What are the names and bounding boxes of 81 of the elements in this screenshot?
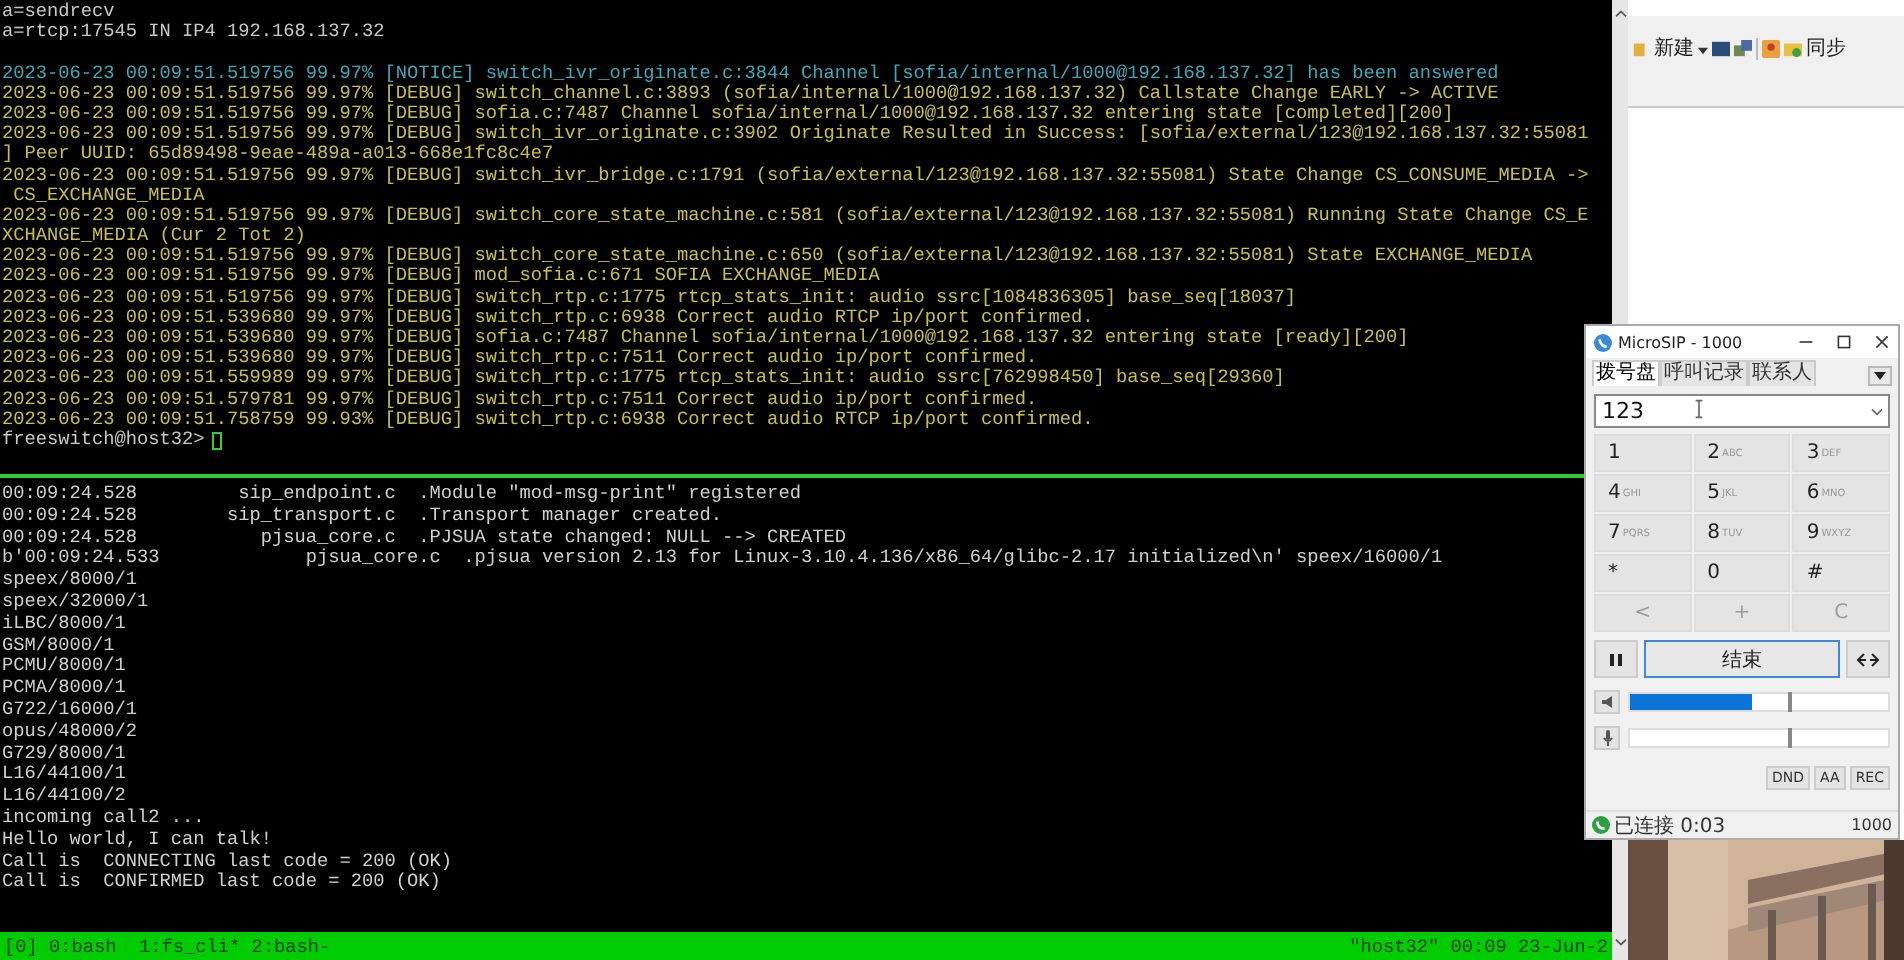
speaker-button[interactable] bbox=[1594, 690, 1620, 714]
log-line: G722/16000/1 bbox=[2, 699, 138, 722]
tab[interactable]: 联系人 bbox=[1748, 360, 1816, 386]
log-line: 2023-06-23 00:09:51.539680 99.97% [DEBUG] switch_rtp.c:6938 Correct audio RTCP ip/port confirmed. bbox=[2, 307, 1094, 328]
scroll-up-icon[interactable] bbox=[1613, 8, 1627, 18]
tab[interactable]: 拨号盘 bbox=[1592, 360, 1660, 386]
log-line: speex/32000/1 bbox=[2, 591, 149, 614]
log-line: b'00:09:24.533 pjsua_core.c .pjsua version 2.13 for Linux-3.10.4.136/x86_64/glibc-2.17 initialized\n' speex/16000/1 bbox=[2, 548, 1443, 570]
log-line: incoming call2 ... bbox=[2, 807, 205, 830]
app-logo-icon bbox=[1594, 333, 1612, 351]
volume-slider[interactable] bbox=[1628, 728, 1890, 748]
log-line: XCHANGE_MEDIA (Cur 2 Tot 2) bbox=[2, 226, 306, 247]
microphone-icon bbox=[1599, 730, 1615, 746]
maximize-icon[interactable] bbox=[1836, 334, 1852, 350]
terminal-cursor bbox=[212, 431, 223, 450]
speaker-icon bbox=[1599, 694, 1615, 710]
new-button[interactable]: 新建 bbox=[1654, 38, 1694, 60]
log-line: 2023-06-23 00:09:51.519756 99.97% [DEBUG] mod_sofia.c:671 SOFIA EXCHANGE_MEDIA bbox=[2, 266, 880, 288]
log-line: 2023-06-23 00:09:51.559989 99.97% [DEBUG] switch_rtp.c:1775 rtcp_stats_init: audio ssrc[762998450] base_seq[29360] bbox=[2, 368, 1285, 390]
log-line: 2023-06-23 00:09:51.519756 99.97% [DEBUG] switch_channel.c:3893 (sofia/internal/1000@192.168.137.32) Callstate Change EARLY -> ACTIVE bbox=[2, 83, 1499, 104]
log-line: PCMU/8000/1 bbox=[2, 656, 126, 678]
log-line: a=sendrecv bbox=[2, 2, 115, 23]
log-line: 2023-06-23 00:09:51.539680 99.97% [DEBUG] sofia.c:7487 Channel sofia/internal/1000@192.168.137.32 entering state [ready][200] bbox=[2, 328, 1409, 348]
sync-button[interactable]: 同步 bbox=[1806, 38, 1846, 60]
log-line: ] Peer UUID: 65d89498-9eae-489a-a013-668e1fc8c4e7 bbox=[2, 144, 554, 165]
shell-prompt: freeswitch@host32> bbox=[2, 429, 205, 451]
pause-icon bbox=[1608, 651, 1624, 667]
log-line: GSM/8000/1 bbox=[2, 635, 115, 656]
log-line: 2023-06-23 00:09:51.519756 99.97% [DEBUG] switch_core_state_machine.c:581 (sofia/external/123@192.168.137.32:55081) Running State Change CS_E bbox=[2, 205, 1589, 226]
log-line: 2023-06-23 00:09:51.519756 99.97% [DEBUG] switch_rtp.c:1775 rtcp_stats_init: audio ssrc[1084836305] base_seq[18037] bbox=[2, 287, 1296, 308]
transfer-button[interactable] bbox=[1846, 640, 1890, 678]
host-clock: "host32" 00:09 23-Jun-2 bbox=[1349, 935, 1608, 957]
text-cursor-icon bbox=[1694, 398, 1704, 420]
hold-button[interactable] bbox=[1594, 640, 1638, 678]
tabs-menu-button[interactable] bbox=[1868, 366, 1892, 386]
slider-thumb[interactable] bbox=[1787, 728, 1792, 748]
dial-key[interactable]: # bbox=[1792, 554, 1890, 592]
log-line: 2023-06-23 00:09:51.519756 99.97% [NOTICE] switch_ivr_originate.c:3844 Channel [sofia/internal/1000@192.168.137.32] has been answered bbox=[2, 63, 1499, 84]
log-line: Hello world, I can talk! bbox=[2, 829, 273, 852]
scroll-down-icon[interactable] bbox=[1613, 938, 1627, 948]
number-field[interactable]: 123 bbox=[1594, 394, 1890, 428]
log-line: 2023-06-23 00:09:51.519756 99.97% [DEBUG] switch_ivr_originate.c:3902 Originate Resulted in Success: [sofia/external/123@192.168.137.32:55081 bbox=[2, 124, 1589, 145]
microphone-button[interactable] bbox=[1594, 726, 1620, 750]
log-line: 2023-06-23 00:09:51.539680 99.97% [DEBUG] switch_rtp.c:7511 Correct audio ip/port confirmed. bbox=[2, 348, 1038, 369]
log-line: 00:09:24.528 pjsua_core.c .PJSUA state changed: NULL --> CREATED bbox=[2, 527, 846, 548]
caret-icon[interactable] bbox=[1698, 46, 1708, 56]
tab[interactable]: 呼叫记录 bbox=[1660, 360, 1748, 386]
close-icon[interactable] bbox=[1874, 334, 1890, 350]
volume-slider[interactable] bbox=[1628, 692, 1890, 712]
log-line: L16/44100/2 bbox=[2, 786, 126, 808]
arrows-icon bbox=[1856, 651, 1880, 667]
log-line: opus/48000/2 bbox=[2, 721, 138, 744]
dial-key[interactable]: * bbox=[1594, 554, 1692, 592]
log-line: L16/44100/1 bbox=[2, 764, 126, 786]
window-list: [0] 0:bash 1:fs_cli* 2:bash- bbox=[4, 935, 331, 957]
log-line: 2023-06-23 00:09:51.519756 99.97% [DEBUG] switch_ivr_bridge.c:1791 (sofia/external/123@192.168.137.32:55081) State Change CS_CONSUME_MEDIA -> bbox=[2, 165, 1589, 186]
log-line: iLBC/8000/1 bbox=[2, 613, 126, 636]
dial-key[interactable]: 0 bbox=[1693, 554, 1791, 592]
log-line: 00:09:24.528 sip_transport.c .Transport manager created. bbox=[2, 505, 723, 528]
copy-icon[interactable] bbox=[1734, 40, 1752, 58]
log-line: 2023-06-23 00:09:51.519756 99.97% [DEBUG] sofia.c:7487 Channel sofia/internal/1000@192.168.137.32 entering state [completed][200] bbox=[2, 103, 1454, 124]
log-line: G729/8000/1 bbox=[2, 743, 126, 764]
log-line: Call is CONFIRMED last code = 200 (OK) bbox=[2, 872, 441, 895]
log-line: a=rtcp:17545 IN IP4 192.168.137.32 bbox=[2, 22, 385, 43]
log-line: Call is CONNECTING last code = 200 (OK) bbox=[2, 851, 453, 872]
log-line: 2023-06-23 00:09:51.579781 99.97% [DEBUG] switch_rtp.c:7511 Correct audio ip/port confirmed. bbox=[2, 389, 1038, 410]
call-status: 已连接 0:03 bbox=[1614, 813, 1726, 839]
dial-key[interactable]: 1 bbox=[1594, 434, 1692, 472]
log-line: PCMA/8000/1 bbox=[2, 678, 126, 700]
connected-icon bbox=[1592, 816, 1610, 834]
caret-icon bbox=[1874, 370, 1886, 382]
log-line: 2023-06-23 00:09:51.758759 99.93% [DEBUG] switch_rtp.c:6938 Correct audio RTCP ip/port confirmed. bbox=[2, 409, 1094, 430]
window-title: MicroSIP - 1000 bbox=[1618, 333, 1745, 351]
log-line: 00:09:24.528 sip_endpoint.c .Module "mod-msg-print" registered bbox=[2, 484, 801, 506]
monitor-icon[interactable] bbox=[1712, 40, 1730, 58]
account-number: 1000 bbox=[1851, 816, 1892, 834]
end-call-button[interactable]: 结束 bbox=[1644, 640, 1840, 678]
slider-thumb[interactable] bbox=[1787, 692, 1792, 712]
log-line: 2023-06-23 00:09:51.519756 99.97% [DEBUG] switch_core_state_machine.c:650 (sofia/external/123@192.168.137.32:55081) State EXCHANGE_MEDIA bbox=[2, 246, 1533, 267]
log-line: speex/8000/1 bbox=[2, 570, 138, 592]
log-line: CS_EXCHANGE_MEDIA bbox=[11, 185, 205, 206]
